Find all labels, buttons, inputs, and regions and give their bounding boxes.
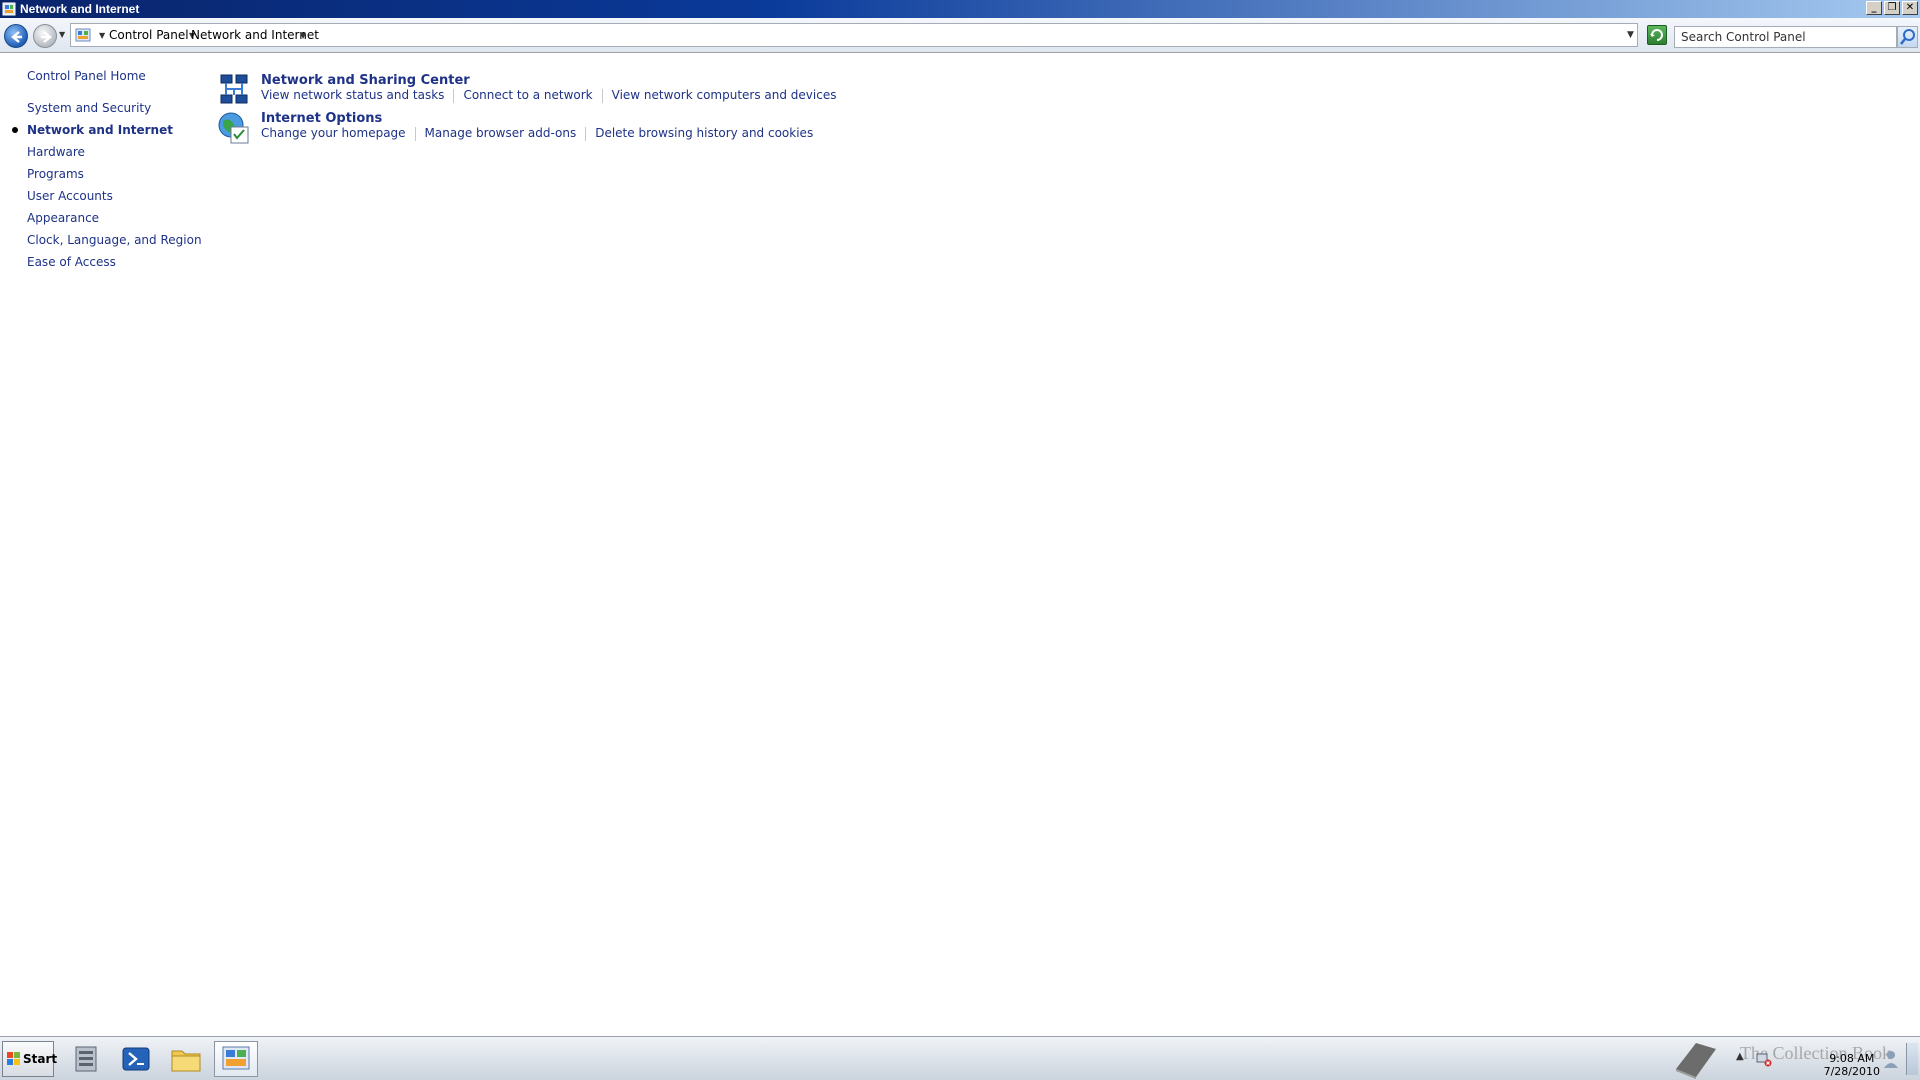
show-hidden-icons-button[interactable]: ▲: [1736, 1051, 1744, 1062]
taskbar-server-manager[interactable]: [64, 1041, 108, 1077]
control-panel-icon: [75, 28, 91, 42]
sidebar-item-system-and-security[interactable]: System and Security: [27, 101, 151, 115]
sidebar-item-programs[interactable]: Programs: [27, 167, 84, 181]
separator: [453, 88, 455, 103]
search-input[interactable]: Search Control Panel: [1674, 26, 1897, 48]
clock[interactable]: 9:08 AM 7/28/2010: [1824, 1052, 1880, 1078]
chevron-down-icon[interactable]: ▼: [99, 31, 105, 40]
view-network-computers-link[interactable]: View network computers and devices: [612, 88, 837, 102]
network-sharing-icon: [220, 74, 248, 104]
forward-arrow-icon: [41, 31, 52, 43]
sidebar-item-hardware[interactable]: Hardware: [27, 145, 85, 159]
clock-date: 7/28/2010: [1823, 1065, 1880, 1078]
folder-icon: [171, 1050, 201, 1072]
window-title: Network and Internet: [20, 2, 140, 16]
separator: [585, 126, 587, 141]
show-desktop-button[interactable]: [1906, 1043, 1918, 1075]
sidebar: Control Panel Home System and Security N…: [0, 53, 210, 1033]
forward-button[interactable]: [33, 24, 57, 48]
back-arrow-icon: [11, 31, 22, 43]
clock-time: 9:08 AM: [1829, 1052, 1875, 1065]
taskbar-control-panel[interactable]: [214, 1041, 258, 1077]
sidebar-item-control-panel-home[interactable]: Control Panel Home: [27, 69, 146, 83]
restore-button[interactable]: ❐: [1884, 1, 1900, 15]
current-page-bullet: [12, 127, 18, 133]
sidebar-item-clock-language-region[interactable]: Clock, Language, and Region: [27, 233, 202, 247]
taskbar-windows-explorer[interactable]: [164, 1041, 208, 1077]
book-logo-icon: [1676, 1043, 1716, 1079]
start-label: Start: [23, 1052, 58, 1066]
breadcrumb-control-panel[interactable]: Control Panel: [109, 28, 189, 42]
manage-browser-addons-link[interactable]: Manage browser add-ons: [425, 126, 577, 140]
task-list: Change your homepage Manage browser add-o…: [261, 126, 813, 141]
sidebar-item-appearance[interactable]: Appearance: [27, 211, 99, 225]
server-manager-icon: [75, 1046, 97, 1072]
start-button[interactable]: Start: [2, 1041, 58, 1077]
search-button[interactable]: [1897, 26, 1918, 48]
title-bar: Network and Internet _ ❐ ✕: [0, 0, 1920, 18]
internet-options-link[interactable]: Internet Options: [261, 111, 382, 126]
address-history-dropdown[interactable]: ▼: [1627, 30, 1634, 40]
search-icon: [1900, 29, 1915, 45]
close-button[interactable]: ✕: [1902, 1, 1918, 15]
separator: [601, 88, 603, 103]
connect-to-network-link[interactable]: Connect to a network: [463, 88, 592, 102]
separator: [414, 126, 416, 141]
internet-options-icon: [218, 112, 249, 144]
view-network-status-link[interactable]: View network status and tasks: [261, 88, 444, 102]
taskbar: Start The Collection Book ▲ 9:08 AM 7/28…: [0, 1036, 1920, 1080]
back-button[interactable]: [4, 24, 28, 48]
refresh-icon: [1650, 29, 1663, 41]
sidebar-item-network-and-internet[interactable]: Network and Internet: [27, 123, 173, 137]
network-status-icon[interactable]: [1756, 1051, 1772, 1067]
network-and-sharing-center-link[interactable]: Network and Sharing Center: [261, 73, 470, 88]
address-bar[interactable]: ▼ Control Panel ▼ Network and Internet ▼: [70, 23, 1638, 47]
system-tray: ▲ 9:08 AM 7/28/2010: [1732, 1043, 1920, 1078]
minimize-button[interactable]: _: [1866, 1, 1882, 15]
change-homepage-link[interactable]: Change your homepage: [261, 126, 406, 140]
task-list: View network status and tasks Connect to …: [261, 88, 836, 103]
sidebar-item-user-accounts[interactable]: User Accounts: [27, 189, 113, 203]
recent-pages-dropdown[interactable]: ▼: [59, 30, 65, 39]
powershell-icon: [122, 1047, 150, 1071]
chevron-down-icon[interactable]: ▼: [300, 31, 306, 40]
windows-flag-icon: [7, 1052, 20, 1065]
sidebar-item-ease-of-access[interactable]: Ease of Access: [27, 255, 116, 269]
control-panel-icon: [2, 2, 16, 16]
delete-browsing-history-link[interactable]: Delete browsing history and cookies: [595, 126, 813, 140]
taskbar-powershell[interactable]: [114, 1041, 158, 1077]
control-panel-icon: [222, 1046, 250, 1070]
refresh-button[interactable]: [1647, 25, 1667, 45]
user-icon: [1884, 1051, 1898, 1068]
